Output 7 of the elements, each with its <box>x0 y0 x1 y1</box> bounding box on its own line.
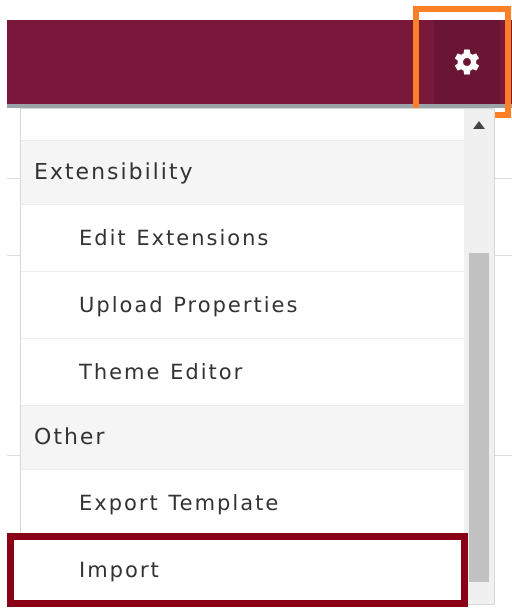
section-heading: Extensibility <box>21 141 464 205</box>
scrollbar-thumb[interactable] <box>469 253 489 582</box>
scroll-up-icon <box>473 121 485 129</box>
scrollbar[interactable] <box>464 109 494 604</box>
menu-item[interactable]: Import <box>11 537 464 603</box>
settings-button[interactable] <box>434 20 500 104</box>
section-heading: Other <box>21 406 464 470</box>
